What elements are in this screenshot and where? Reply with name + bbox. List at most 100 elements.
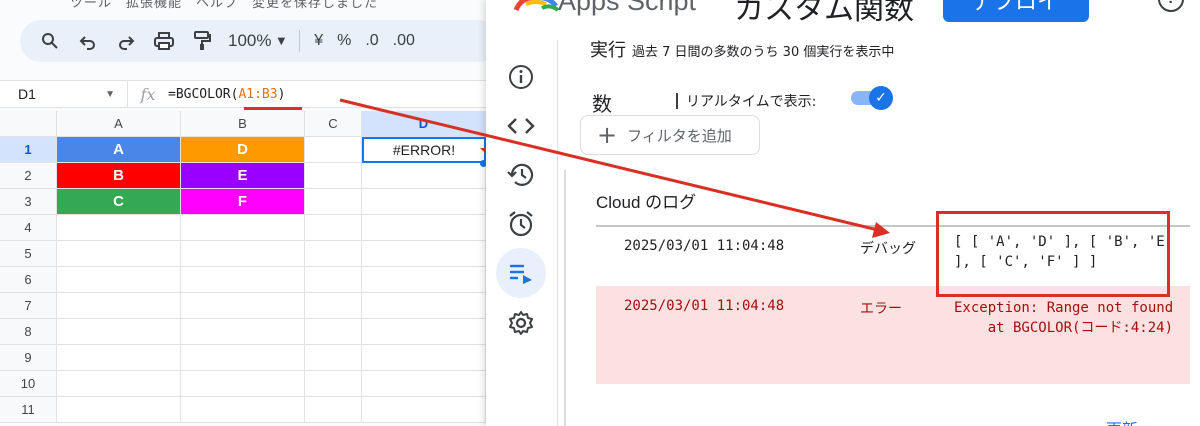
cell[interactable] (362, 397, 486, 423)
cell[interactable] (305, 215, 362, 241)
row-header[interactable]: 6 (0, 267, 57, 293)
row-header[interactable]: 3 (0, 189, 57, 215)
cell[interactable] (362, 267, 486, 293)
cell-c1[interactable] (305, 137, 362, 163)
row-header[interactable]: 10 (0, 371, 57, 397)
cell-b1[interactable]: D (181, 137, 305, 163)
cell[interactable] (57, 293, 181, 319)
cell[interactable] (305, 241, 362, 267)
apps-script-logo-icon (513, 0, 560, 12)
zoom-select[interactable]: 100% (228, 31, 271, 51)
info-icon[interactable] (496, 52, 546, 102)
cell[interactable] (181, 397, 305, 423)
executions-icon[interactable] (496, 248, 546, 298)
row-header[interactable]: 8 (0, 319, 57, 345)
cell-c3[interactable] (305, 189, 362, 215)
deploy-button[interactable]: デプロイ ▼ (943, 0, 1089, 22)
table-row: 4 (0, 215, 486, 241)
formula-bar: D1 ▼ fx =BGCOLOR(A1:B3) (0, 80, 486, 108)
cell[interactable] (57, 319, 181, 345)
cell[interactable] (181, 319, 305, 345)
deploy-button-label: デプロイ (971, 0, 1060, 14)
cell[interactable] (305, 267, 362, 293)
cell-a3[interactable]: C (57, 189, 181, 215)
redo-icon[interactable] (114, 27, 138, 55)
row-header[interactable]: 11 (0, 397, 57, 423)
row-header[interactable]: 1 (0, 137, 57, 163)
alarm-icon[interactable] (496, 199, 546, 249)
table-row: 3 C F (0, 189, 486, 215)
select-all-corner[interactable] (0, 111, 57, 137)
cell[interactable] (57, 397, 181, 423)
chevron-down-icon[interactable]: ▼ (105, 89, 115, 100)
sheet-grid: A B C D 1 A D #ERROR! 2 B E 3 C F 4 5 6 (0, 111, 486, 423)
cell[interactable] (57, 241, 181, 267)
cell[interactable] (362, 319, 486, 345)
decrease-decimal-button[interactable]: .0 (365, 32, 378, 50)
cell[interactable] (57, 267, 181, 293)
cell[interactable] (362, 293, 486, 319)
increase-decimal-button[interactable]: .00 (393, 32, 415, 50)
currency-format-button[interactable]: ¥ (314, 32, 323, 50)
history-icon[interactable] (496, 150, 546, 200)
row-header[interactable]: 2 (0, 163, 57, 189)
cell-a2[interactable]: B (57, 163, 181, 189)
row-header[interactable]: 9 (0, 345, 57, 371)
name-box[interactable]: D1 ▼ (0, 81, 128, 107)
column-header-b[interactable]: B (181, 111, 305, 137)
cell[interactable] (362, 371, 486, 397)
table-row: 2 B E (0, 163, 486, 189)
cell[interactable] (181, 215, 305, 241)
row-header[interactable]: 4 (0, 215, 57, 241)
percent-format-button[interactable]: % (337, 32, 351, 50)
chevron-down-icon[interactable]: ▼ (277, 36, 285, 47)
column-header-a[interactable]: A (57, 111, 181, 137)
add-filter-button[interactable]: + フィルタを追加 (580, 115, 760, 155)
cell-b2[interactable]: E (181, 163, 305, 189)
cell-d3[interactable] (362, 189, 486, 215)
cell[interactable] (181, 267, 305, 293)
cell[interactable] (362, 241, 486, 267)
formula-input[interactable]: =BGCOLOR(A1:B3) (168, 87, 285, 102)
cell[interactable] (181, 345, 305, 371)
log-timestamp: 2025/03/01 11:04:48 (624, 298, 785, 314)
search-menus-icon[interactable] (38, 27, 62, 55)
column-header-d[interactable]: D (362, 111, 486, 137)
cell[interactable] (305, 371, 362, 397)
chevron-down-icon: ▼ (1055, 0, 1071, 2)
cell[interactable] (181, 293, 305, 319)
cell[interactable] (305, 345, 362, 371)
log-row-error: 2025/03/01 11:04:48 エラー Exception: Range… (596, 286, 1190, 384)
count-label: 数 (592, 92, 612, 116)
project-title[interactable]: カスタム関数 (734, 0, 914, 28)
cell[interactable] (57, 345, 181, 371)
cell[interactable] (57, 371, 181, 397)
cell-d2[interactable] (362, 163, 486, 189)
cell[interactable] (305, 397, 362, 423)
cell-b3[interactable]: F (181, 189, 305, 215)
row-header[interactable]: 5 (0, 241, 57, 267)
cell[interactable] (181, 371, 305, 397)
cell[interactable] (181, 241, 305, 267)
formula-suffix: ) (277, 86, 286, 102)
cell[interactable] (57, 215, 181, 241)
cell[interactable] (362, 215, 486, 241)
annotation-underline (244, 107, 302, 110)
row-header[interactable]: 7 (0, 293, 57, 319)
print-icon[interactable] (152, 27, 176, 55)
undo-icon[interactable] (76, 27, 100, 55)
cell-d1[interactable]: #ERROR! (362, 137, 486, 163)
cell[interactable] (305, 319, 362, 345)
column-header-c[interactable]: C (305, 111, 362, 137)
settings-icon[interactable] (496, 298, 546, 348)
cell[interactable] (305, 293, 362, 319)
cell-c2[interactable] (305, 163, 362, 189)
table-row: 1 A D #ERROR! (0, 137, 486, 163)
update-link[interactable]: 更新 (1106, 416, 1138, 426)
cell[interactable] (362, 345, 486, 371)
code-icon[interactable] (496, 101, 546, 151)
help-icon[interactable]: ? (1158, 0, 1184, 12)
cell-a1[interactable]: A (57, 137, 181, 163)
paint-format-icon[interactable] (190, 27, 214, 55)
realtime-toggle[interactable]: ✓ (851, 86, 897, 110)
